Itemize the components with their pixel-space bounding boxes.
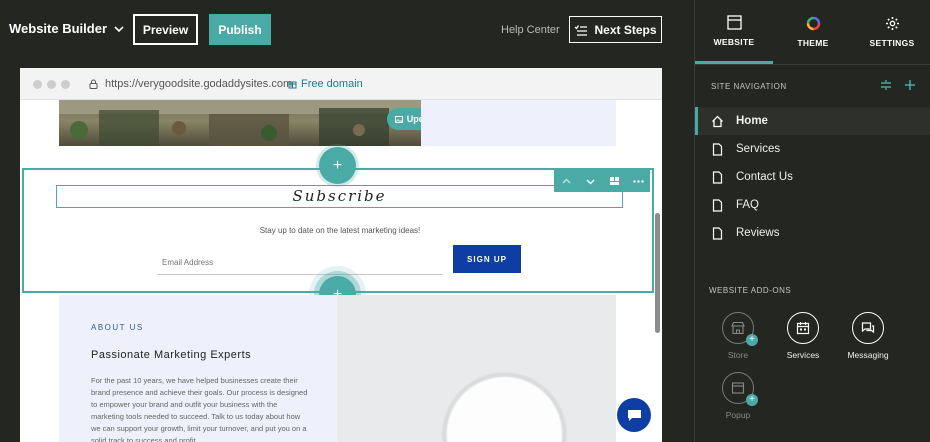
tab-theme[interactable]: THEME: [773, 0, 853, 64]
subscribe-text: Stay up to date on the latest marketing …: [259, 226, 421, 235]
site-url: https://verygoodsite.godaddysites.com: [105, 78, 293, 90]
website-addons-label: WEBSITE ADD-ONS: [709, 286, 792, 295]
gift-icon: [288, 81, 297, 89]
messaging-icon: [861, 322, 875, 334]
window-dot: [61, 80, 70, 89]
subscribe-title[interactable]: Subscribe: [56, 185, 623, 208]
next-steps-button[interactable]: Next Steps: [569, 16, 662, 43]
tab-label: THEME: [797, 38, 829, 48]
free-domain-link[interactable]: Free domain: [288, 78, 363, 90]
site-page: Update Subscribe Stay up to date on the …: [20, 100, 662, 442]
tab-settings[interactable]: SETTINGS: [853, 0, 930, 64]
color-wheel-icon: [806, 16, 820, 31]
plus-icon: +: [746, 334, 758, 346]
browser-url-bar: https://verygoodsite.godaddysites.com Fr…: [20, 68, 662, 100]
update-label: Update: [406, 114, 421, 124]
chat-button[interactable]: [617, 398, 651, 432]
hero-image: Update: [59, 100, 421, 146]
tab-label: WEBSITE: [713, 36, 755, 47]
addon-label: Store: [727, 350, 749, 360]
publish-button[interactable]: Publish: [209, 14, 271, 45]
page-icon: [712, 170, 723, 184]
site-navigation-actions: [880, 79, 916, 91]
window-dot: [47, 80, 56, 89]
website-builder-menu[interactable]: Website Builder: [9, 21, 125, 36]
about-section: ABOUT US Passionate Marketing Experts Fo…: [59, 295, 616, 442]
free-domain-label: Free domain: [301, 78, 363, 90]
plus-icon: +: [746, 394, 758, 406]
about-heading: Passionate Marketing Experts: [91, 349, 252, 361]
add-page-icon[interactable]: [904, 79, 916, 91]
popup-icon: [731, 382, 745, 394]
tab-label: SETTINGS: [869, 38, 915, 48]
nav-item-reviews[interactable]: Reviews: [695, 219, 930, 247]
about-body: For the past 10 years, we have helped bu…: [91, 376, 308, 442]
home-icon: [712, 115, 723, 127]
checklist-icon: [575, 24, 588, 36]
calendar-icon: [796, 322, 810, 335]
store-icon: [731, 321, 745, 335]
nav-item-contact-us[interactable]: Contact Us: [695, 163, 930, 191]
sign-up-button[interactable]: SIGN UP: [453, 245, 521, 273]
addon-popup[interactable]: + Popup: [713, 372, 763, 420]
image-icon: [394, 115, 403, 123]
nav-item-home[interactable]: Home: [695, 107, 930, 135]
nav-item-label: Home: [736, 115, 768, 127]
reorder-icon[interactable]: [880, 79, 892, 91]
subscribe-section[interactable]: Subscribe Stay up to date on the latest …: [22, 168, 654, 293]
scrollbar[interactable]: [655, 213, 660, 333]
builder-label: Website Builder: [9, 21, 108, 36]
top-bar: Website Builder Preview Publish Help Cen…: [0, 0, 694, 60]
more-options-icon[interactable]: [632, 176, 644, 187]
market-scene-image: [59, 100, 421, 146]
addon-label: Services: [786, 350, 820, 360]
site-navigation-label: SITE NAVIGATION: [711, 82, 787, 91]
addon-messaging[interactable]: Messaging: [842, 312, 894, 360]
hero-side-panel: [421, 100, 616, 146]
site-preview-frame: https://verygoodsite.godaddysites.com Fr…: [20, 68, 662, 442]
addon-icon-circle: +: [722, 372, 758, 406]
addon-label: Popup: [725, 410, 751, 420]
nav-item-faq[interactable]: FAQ: [695, 191, 930, 219]
page-icon: [712, 142, 723, 156]
page-icon: [712, 226, 723, 240]
addon-store[interactable]: + Store: [713, 312, 763, 360]
gear-icon: [885, 17, 899, 30]
chat-icon: [627, 409, 641, 421]
editor-panel: WEBSITE THEME SETTINGS SITE NAVIGATION H…: [694, 0, 930, 442]
lock-icon: [89, 79, 98, 89]
nav-item-label: Reviews: [736, 227, 780, 239]
help-center-link[interactable]: Help Center: [501, 24, 560, 36]
window-dot: [33, 80, 42, 89]
email-field[interactable]: [158, 250, 442, 275]
nav-item-label: FAQ: [736, 199, 760, 211]
addon-icon-circle: +: [722, 312, 758, 346]
update-image-button[interactable]: Update: [387, 108, 421, 130]
nav-item-label: Contact Us: [736, 171, 793, 183]
next-steps-label: Next Steps: [594, 22, 657, 37]
about-eyebrow: ABOUT US: [91, 323, 144, 332]
addon-services[interactable]: Services: [778, 312, 828, 360]
chevron-down-icon: [114, 25, 124, 32]
tab-website[interactable]: WEBSITE: [695, 0, 773, 64]
addon-icon-circle: [852, 312, 884, 344]
about-image: [337, 295, 616, 442]
page-icon: [712, 198, 723, 212]
add-section-button[interactable]: +: [319, 147, 356, 184]
divider: [695, 64, 930, 65]
nav-item-label: Services: [736, 143, 781, 155]
nav-item-services[interactable]: Services: [695, 135, 930, 163]
addon-icon-circle: [787, 312, 819, 344]
layout-icon: [726, 14, 742, 30]
preview-button[interactable]: Preview: [133, 14, 198, 45]
addon-label: Messaging: [847, 350, 889, 360]
